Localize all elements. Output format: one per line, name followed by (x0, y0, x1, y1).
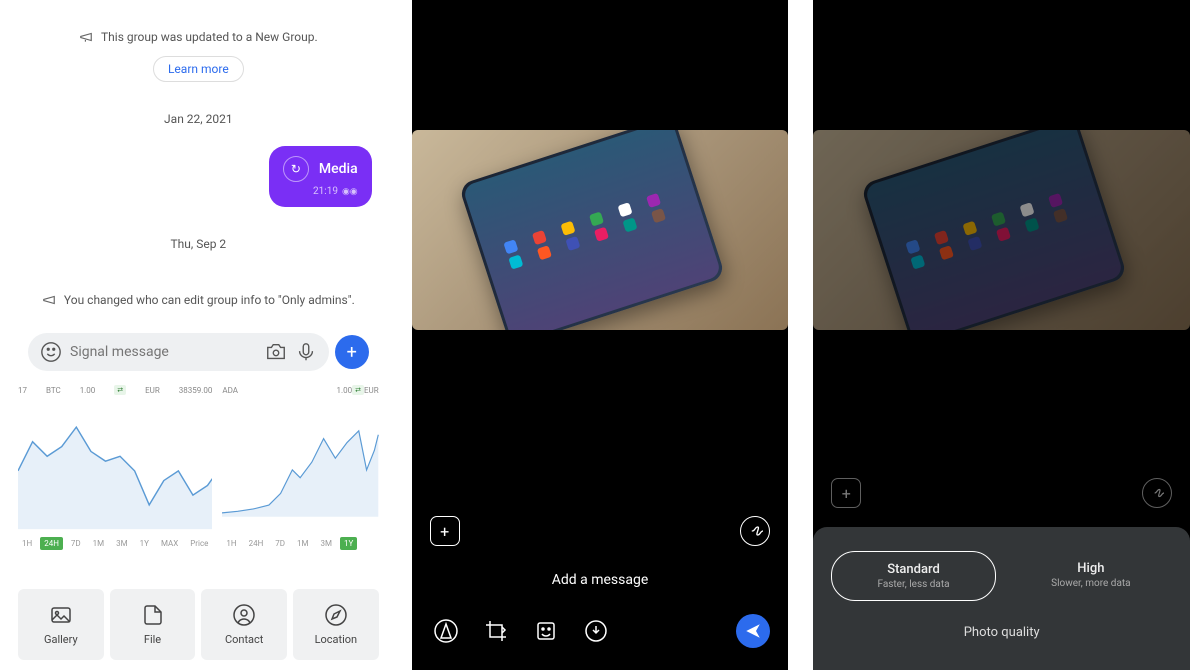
chart-tab[interactable]: 7D (67, 537, 85, 550)
btc-chart-svg (18, 401, 212, 531)
input-pill[interactable] (28, 333, 329, 371)
add-image-button[interactable]: + (430, 516, 460, 546)
chart-tab[interactable]: MAX (157, 537, 182, 550)
chart-cur: EUR (145, 386, 160, 395)
chat-screen: This group was updated to a New Group. L… (10, 0, 387, 670)
chart-tab[interactable]: 1H (18, 537, 36, 550)
message-input-bar: + (18, 327, 379, 377)
learn-more-button[interactable]: Learn more (153, 56, 244, 82)
editor-toolbar (412, 604, 789, 670)
chart-tab[interactable]: 1Y (340, 537, 357, 550)
date-separator: Thu, Sep 2 (171, 237, 227, 251)
chart1-tabs[interactable]: 1H 24H 7D 1M 3M 1Y MAX Price (18, 537, 212, 550)
charts-area: 17 BTC 1.00 ⇄ EUR 38359.00 1H24H7D1M3M1Y… (10, 383, 387, 583)
update-text: This group was updated to a New Group. (101, 30, 318, 44)
attach-location[interactable]: Location (293, 589, 379, 660)
swap-icon: ⇄ (114, 385, 126, 395)
media-refresh-icon: ↻ (283, 156, 309, 182)
attach-gallery[interactable]: Gallery (18, 589, 104, 660)
chart-tab[interactable]: 7D (271, 537, 289, 550)
system-message: You changed who can edit group info to "… (42, 293, 355, 307)
view-once-button[interactable] (740, 516, 770, 546)
attach-contact[interactable]: Contact (201, 589, 287, 660)
att-label: Location (315, 633, 358, 646)
q-title: High (1016, 561, 1166, 576)
ada-chart-svg (222, 401, 378, 531)
chart-sym: ADA (222, 386, 238, 395)
read-receipt-icon: ◉◉ (342, 187, 358, 197)
outgoing-message[interactable]: ↻ Media 21:19 ◉◉ (269, 146, 372, 207)
attach-file[interactable]: File (110, 589, 196, 660)
add-message-input[interactable]: Add a message (412, 556, 789, 604)
quality-sheet: Standard Faster, less data High Slower, … (813, 527, 1190, 670)
chat-messages: This group was updated to a New Group. L… (10, 0, 387, 321)
att-label: File (144, 633, 161, 646)
chart-price: 38359.00 (179, 386, 213, 395)
attachment-grid: Gallery File Contact Location (10, 583, 387, 670)
chart-tab[interactable]: 1M (293, 537, 312, 550)
add-image-button[interactable]: + (831, 478, 861, 508)
photo-quality-screen: + Standard Faster, less data High Slower… (813, 0, 1190, 670)
chart-btc[interactable]: 17 BTC 1.00 ⇄ EUR 38359.00 1H 24H 7D 1M 3M 1Y… (18, 383, 212, 583)
chart-tab[interactable]: 1M (89, 537, 108, 550)
chart-tab[interactable]: 3M (112, 537, 131, 550)
chart-tab[interactable]: 3M (317, 537, 336, 550)
q-sub: Faster, less data (838, 579, 988, 590)
emoji-icon[interactable] (40, 341, 62, 363)
chart-tab[interactable]: 24H (40, 537, 63, 550)
chart-tab[interactable]: 1H (222, 537, 240, 550)
chart-left: 17 (18, 386, 27, 395)
swap-icon: ⇄ (352, 385, 364, 395)
chart-cur: EUR (364, 386, 379, 395)
att-label: Gallery (44, 633, 78, 646)
mic-icon[interactable] (295, 341, 317, 363)
download-tool[interactable] (580, 615, 612, 647)
q-title: Standard (838, 562, 988, 577)
chart2-tabs[interactable]: 1H 24H7D 1M 3M 1Y (222, 537, 378, 550)
chart-tab[interactable]: 1Y (136, 537, 153, 550)
chart-tab[interactable]: 24H (245, 537, 268, 550)
chart-sym: BTC (46, 386, 61, 395)
image-preview-screen: + Add a message (412, 0, 789, 670)
q-sub: Slower, more data (1016, 578, 1166, 589)
image-preview-dimmed (813, 130, 1190, 330)
preview-controls-top: + (412, 506, 789, 556)
sticker-tool[interactable] (530, 615, 562, 647)
msg-time: 21:19 (313, 186, 338, 197)
draw-tool[interactable] (430, 615, 462, 647)
chart-qty: 1.00 (80, 386, 96, 395)
quality-option-high[interactable]: High Slower, more data (1010, 551, 1172, 601)
quality-option-standard[interactable]: Standard Faster, less data (831, 551, 995, 601)
camera-icon[interactable] (265, 341, 287, 363)
preview-controls-dim: + (831, 478, 1172, 508)
chart-ada[interactable]: ADA 1.00 ⇄ EUR 1H 24H7D 1M 3M 1Y (222, 383, 378, 583)
view-once-button[interactable] (1142, 478, 1172, 508)
megaphone-icon (79, 30, 93, 44)
chart-tab[interactable]: Price (186, 537, 212, 550)
image-preview[interactable] (412, 130, 789, 330)
message-input[interactable] (70, 344, 257, 360)
megaphone-icon (42, 293, 56, 307)
sys-msg-text: You changed who can edit group info to "… (64, 293, 355, 307)
group-update-notice: This group was updated to a New Group. (79, 30, 318, 44)
send-button[interactable] (736, 614, 770, 648)
chart-qty: 1.00 (337, 386, 353, 395)
sheet-title: Photo quality (831, 625, 1172, 640)
add-attachment-button[interactable]: + (335, 335, 369, 369)
att-label: Contact (225, 633, 263, 646)
date-separator: Jan 22, 2021 (164, 112, 233, 126)
crop-tool[interactable] (480, 615, 512, 647)
msg-label: Media (319, 161, 358, 177)
